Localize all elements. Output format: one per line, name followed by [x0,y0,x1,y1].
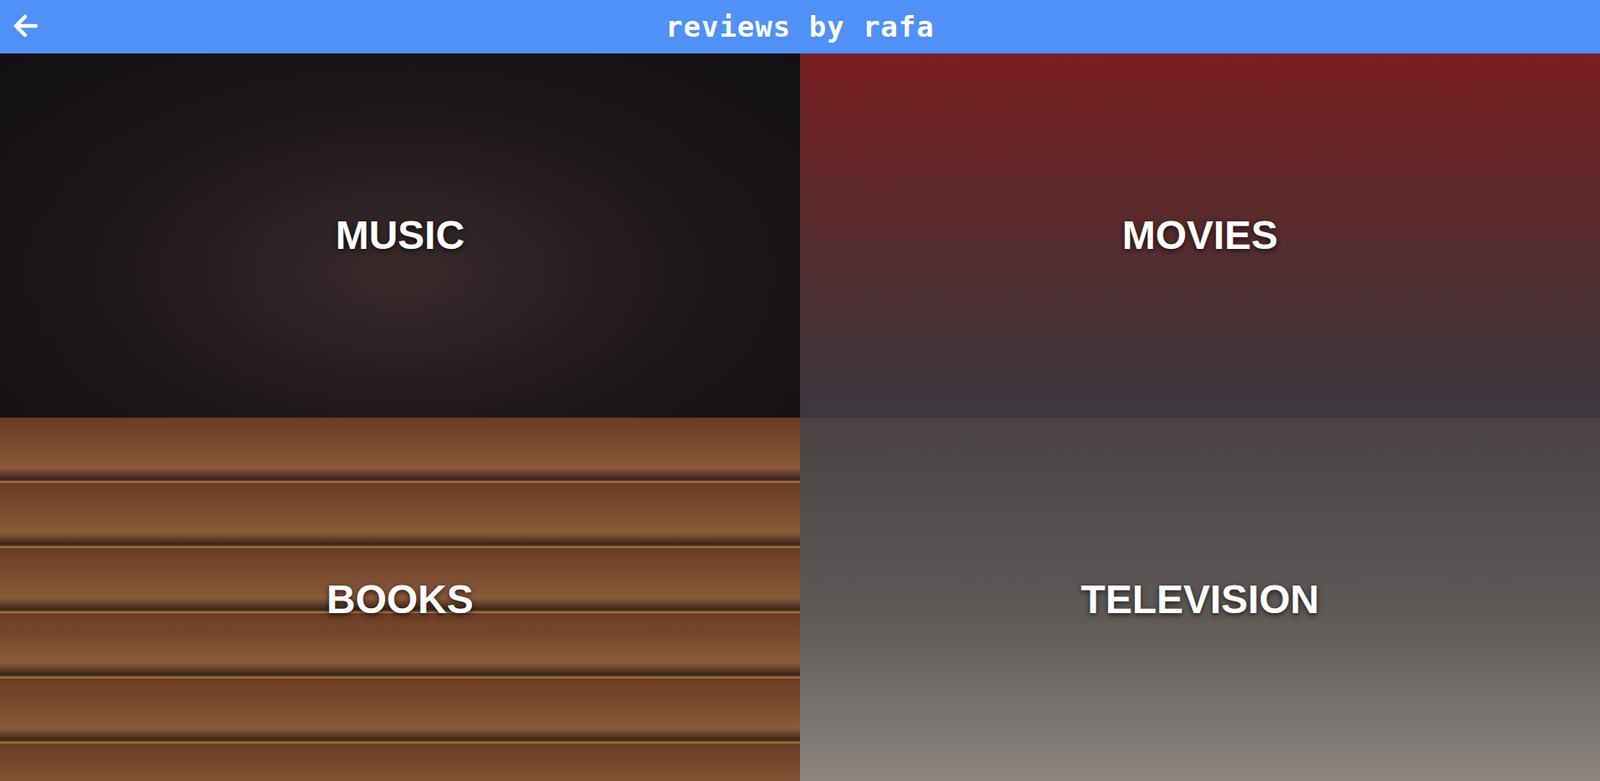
category-label: TELEVISION [1073,572,1326,626]
category-grid: MUSIC MOVIES BOOKS TELEVISION [0,53,1600,781]
category-tile[interactable]: MOVIES [800,53,1600,418]
back-button[interactable] [13,14,39,38]
category-tile[interactable]: TELEVISION [800,417,1600,781]
category-label: MOVIES [1115,208,1286,262]
category-tile[interactable]: MUSIC [0,53,800,418]
back-arrow-icon [13,14,39,38]
reviews-page: reviews by rafa MUSIC MOVIES BOOKS TELEVISIO… [0,0,1600,781]
category-label: BOOKS [319,572,481,626]
category-label: MUSIC [329,208,472,262]
page-title: reviews by rafa [665,10,935,44]
category-tile[interactable]: BOOKS [0,417,800,781]
top-bar: reviews by rafa [0,0,1600,54]
